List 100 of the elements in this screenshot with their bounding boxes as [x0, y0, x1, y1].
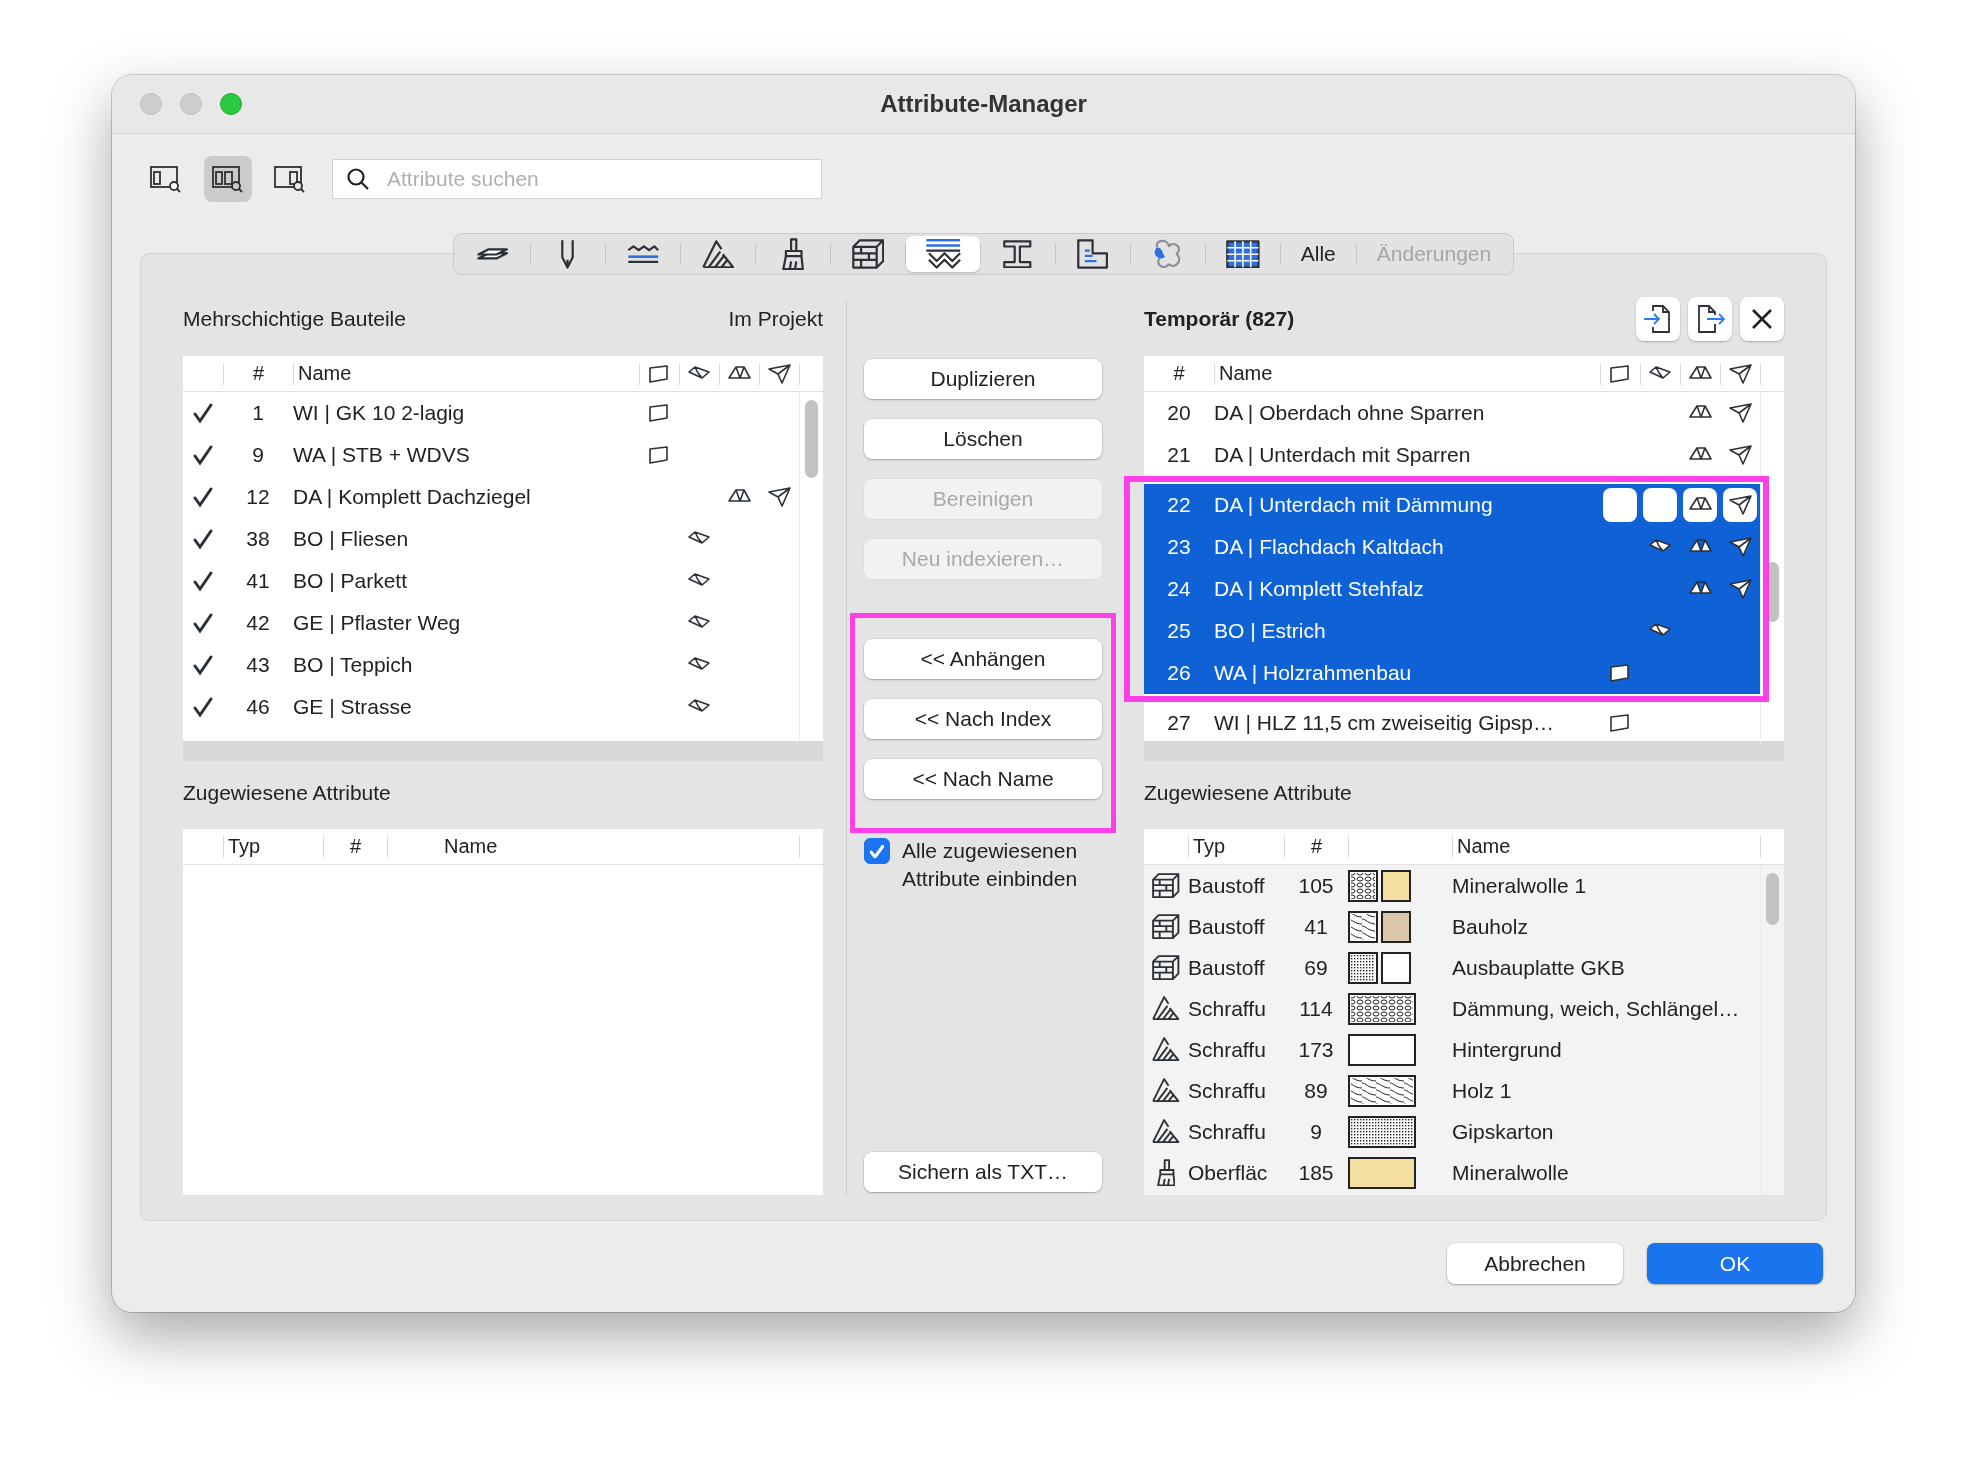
- import-button[interactable]: << Anhängen: [864, 639, 1102, 679]
- table-cell-text: Mineralwolle 1: [1452, 873, 1588, 898]
- table-cell-text: Baustoff: [1188, 955, 1266, 980]
- list-row[interactable]: 24 DA | Komplett Stehfalz: [1144, 568, 1760, 610]
- checkmark-icon[interactable]: [192, 612, 214, 634]
- column-header[interactable]: #: [323, 835, 387, 858]
- table-cell-text: 41: [1303, 914, 1329, 939]
- close-button[interactable]: [1740, 297, 1784, 341]
- action-button[interactable]: Duplizieren: [864, 359, 1102, 399]
- fill-pattern-icon: [1152, 996, 1180, 1021]
- section-title: Temporär (827): [1144, 307, 1295, 331]
- fill-pattern-icon: [701, 239, 734, 269]
- table-grid-icon: [1225, 239, 1260, 269]
- table-cell-text: Holz 1: [1452, 1078, 1513, 1103]
- action-button[interactable]: Löschen: [864, 419, 1102, 459]
- checkmark-icon[interactable]: [192, 696, 214, 718]
- paper-plane-icon: [1728, 362, 1753, 385]
- icon-cell[interactable]: [1723, 488, 1757, 522]
- import-file-button[interactable]: [1636, 297, 1680, 341]
- layout-search-icon: [149, 163, 183, 195]
- table-cell-text: 27: [1166, 711, 1192, 735]
- pattern-swatch: [1348, 910, 1378, 943]
- export-file-button[interactable]: [1688, 297, 1732, 341]
- pattern-swatch: [1348, 1115, 1416, 1148]
- table-cell-text: 24: [1166, 577, 1192, 601]
- section-title: Zugewiesene Attribute: [1144, 780, 1353, 806]
- column-header[interactable]: #: [223, 362, 293, 385]
- import-button[interactable]: << Nach Name: [864, 759, 1102, 799]
- table-cell-text: 46: [245, 695, 271, 719]
- paper-plane-icon: [767, 362, 792, 385]
- table-cell-text: Bauholz: [1452, 914, 1529, 939]
- list-row[interactable]: 26 WA | Holzrahmenbau: [1144, 652, 1760, 694]
- table-cell-text: 41: [245, 569, 271, 593]
- cancel-button[interactable]: Abbrechen: [1447, 1243, 1623, 1284]
- table-cell-text: WA | Holzrahmenbau: [1214, 661, 1413, 685]
- checkmark-icon[interactable]: [192, 528, 214, 550]
- paper-plane-icon: [1727, 444, 1753, 466]
- paper-plane-icon: [1727, 578, 1753, 600]
- column-header[interactable]: Name: [1452, 835, 1760, 858]
- checkmark-icon[interactable]: [192, 654, 214, 676]
- table-cell-text: Baustoff: [1188, 914, 1266, 939]
- table-cell-text: WI | HLZ 11,5 cm zweiseitig Gipsp…: [1214, 711, 1555, 735]
- table-cell-text: Mineralwolle: [1452, 1160, 1570, 1185]
- scrollbar-thumb[interactable]: [805, 400, 818, 478]
- checkmark-icon[interactable]: [192, 402, 214, 424]
- table-cell-text: 25: [1166, 619, 1192, 643]
- import-button[interactable]: << Nach Index: [864, 699, 1102, 739]
- brick-block-icon: [1152, 913, 1180, 940]
- brush-icon: [781, 237, 804, 271]
- fill-pattern-icon: [1152, 1119, 1180, 1144]
- line-types-icon: [626, 244, 659, 264]
- table-cell-text: 20: [1166, 401, 1192, 425]
- table-cell-text: DA | Flachdach Kaltdach: [1214, 535, 1445, 559]
- paper-plane-icon: [1727, 494, 1753, 516]
- table-cell-text: 69: [1303, 955, 1329, 980]
- table-cell-text: 9: [251, 443, 265, 467]
- checkbox[interactable]: [864, 838, 890, 864]
- checkmark-icon[interactable]: [192, 444, 214, 466]
- checkmark-icon[interactable]: [192, 570, 214, 592]
- table-cell-text: 21: [1166, 443, 1192, 467]
- list-row[interactable]: 22 DA | Unterdach mit Dämmung: [1144, 484, 1760, 526]
- table-cell-text: Schraffu: [1188, 1119, 1267, 1144]
- table-cell-text: DA | Unterdach mit Dämmung: [1214, 493, 1494, 517]
- table-cell-text: 26: [1166, 661, 1192, 685]
- icon-cell[interactable]: [1603, 488, 1637, 522]
- checkmark-icon[interactable]: [192, 486, 214, 508]
- scrollbar-thumb[interactable]: [1766, 873, 1779, 925]
- column-header[interactable]: #: [1284, 835, 1348, 858]
- pattern-swatch: [1348, 1033, 1416, 1066]
- save-button[interactable]: Sichern als TXT…: [864, 1152, 1102, 1192]
- column-header[interactable]: Typ: [1188, 835, 1284, 858]
- list-row[interactable]: 25 BO | Estrich: [1144, 610, 1760, 652]
- paper-plane-icon: [766, 486, 792, 508]
- icon-cell[interactable]: [1683, 488, 1717, 522]
- table-cell-text: 12: [245, 485, 271, 509]
- i-beam-icon: [1003, 239, 1033, 269]
- table-cell-text: Ausbauplatte GKB: [1452, 955, 1626, 980]
- table-cell-text: 43: [245, 653, 271, 677]
- checkmark-icon: [870, 844, 884, 858]
- column-header[interactable]: #: [1144, 362, 1214, 385]
- pattern-swatch: [1348, 869, 1378, 902]
- ok-button[interactable]: OK: [1647, 1243, 1823, 1284]
- column-header[interactable]: Name: [1214, 362, 1600, 385]
- column-header[interactable]: Name: [293, 362, 639, 385]
- icon-cell[interactable]: [1643, 488, 1677, 522]
- view-button[interactable]: [204, 156, 252, 202]
- paper-plane-icon: [1727, 536, 1753, 558]
- fill-pattern-icon: [1152, 1078, 1180, 1103]
- table-cell-text: BO | Parkett: [293, 569, 408, 593]
- tab[interactable]: Alle: [1280, 236, 1356, 272]
- brush-icon: [1156, 1158, 1176, 1187]
- table-cell-text: BO | Teppich: [293, 653, 414, 677]
- list-row[interactable]: 23 DA | Flachdach Kaltdach: [1144, 526, 1760, 568]
- column-header[interactable]: Name: [387, 835, 799, 858]
- table-cell-text: 89: [1303, 1078, 1329, 1103]
- table-cell-text: DA | Oberdach ohne Sparren: [1214, 401, 1486, 425]
- checkbox-label[interactable]: Alle zugewiesenen Attribute einbinden: [902, 837, 1104, 893]
- search-field[interactable]: Attribute suchen: [332, 159, 822, 199]
- tab[interactable]: [905, 236, 980, 272]
- column-header[interactable]: Typ: [223, 835, 323, 858]
